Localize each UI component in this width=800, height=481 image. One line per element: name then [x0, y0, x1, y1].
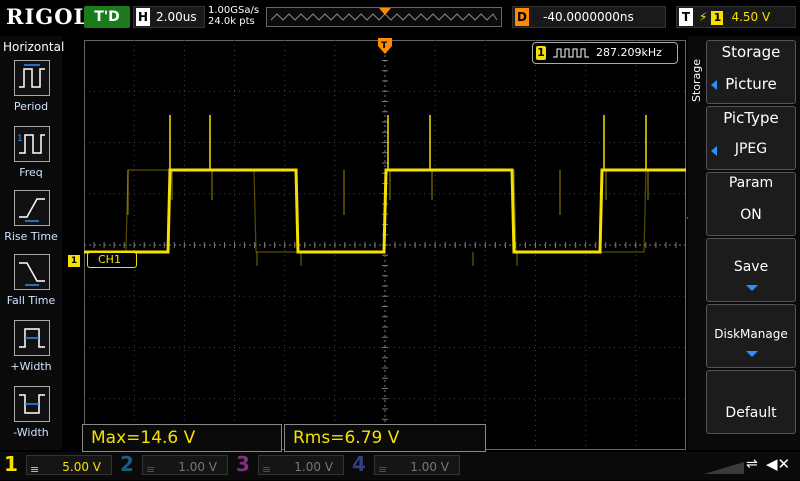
rise-time-label: Rise Time: [4, 230, 58, 243]
param-title: Param: [728, 175, 774, 191]
dc-coupling-icon: ≡: [146, 463, 156, 476]
channel-2-number: 2: [120, 452, 134, 476]
measure-rise-time-button[interactable]: Rise Time: [0, 186, 62, 250]
trigger-source: 1: [711, 11, 724, 25]
pictype-value: JPEG: [734, 141, 768, 157]
default-button[interactable]: Default: [706, 370, 796, 434]
trigger-position-marker[interactable]: T: [378, 38, 392, 54]
rigol-logo: RIGOL: [6, 4, 90, 29]
param-value: ON: [740, 207, 762, 223]
memory-waveform-strip[interactable]: [266, 7, 502, 27]
menu-side-label: Storage: [690, 58, 703, 102]
svg-text:1: 1: [17, 134, 23, 144]
dc-coupling-icon: ≡: [30, 463, 40, 476]
ch1-offset-marker[interactable]: 1: [68, 255, 80, 267]
memory-trigger-marker: [379, 8, 391, 15]
frequency-value: 287.209kHz: [596, 46, 662, 59]
disk-manage-label: DiskManage: [714, 327, 788, 341]
storage-title: Storage: [721, 43, 781, 61]
fall-time-label: Fall Time: [6, 294, 56, 307]
channel-1-number: 1: [4, 452, 18, 476]
delay-label: D: [515, 8, 529, 26]
negative-width-label: -Width: [13, 426, 49, 439]
waveform-display[interactable]: [84, 40, 686, 450]
pictype-title: PicType: [723, 109, 779, 127]
pulse-train-icon: [552, 48, 589, 58]
speaker-mute-icon[interactable]: ◀✕: [766, 455, 790, 473]
ground-scale-icon: [704, 458, 744, 474]
positive-width-label: +Width: [10, 360, 52, 373]
frequency-readout[interactable]: 1 287.209kHz: [532, 42, 678, 64]
disk-manage-button[interactable]: DiskManage: [706, 304, 796, 368]
freq-source: 1: [536, 46, 546, 60]
timebase-readout[interactable]: H 2.00us: [133, 6, 205, 28]
channel-4-status[interactable]: 4 1.00 V ≡: [352, 452, 464, 477]
channel-1-status[interactable]: 1 5.00 V ≡: [4, 452, 116, 477]
default-label: Default: [725, 405, 777, 421]
rising-edge-icon: ⚡: [699, 10, 708, 24]
save-button[interactable]: Save: [706, 238, 796, 302]
trigger-level: 4.50 V: [731, 10, 771, 24]
channel-2-status[interactable]: 2 1.00 V ≡: [120, 452, 232, 477]
sample-rate: 1.00GSa/s: [208, 5, 260, 16]
storage-menu-header[interactable]: Storage Picture: [706, 40, 796, 104]
ch1-label: CH1: [87, 252, 137, 268]
rise-time-icon: [14, 190, 50, 226]
chevron-down-icon: [746, 351, 758, 357]
pictype-button[interactable]: PicType JPEG: [706, 106, 796, 170]
freq-label: Freq: [19, 166, 43, 179]
channel-3-status[interactable]: 3 1.00 V ≡: [236, 452, 348, 477]
dc-coupling-icon: ≡: [262, 463, 272, 476]
delay-readout[interactable]: D -40.0000000ns: [512, 6, 666, 28]
negative-width-icon: [14, 386, 50, 422]
memory-overview: [270, 8, 498, 21]
acquisition-info: 1.00GSa/s 24.0k pts: [208, 5, 259, 27]
period-icon: [14, 60, 50, 96]
channel-3-number: 3: [236, 452, 250, 476]
channel-4-number: 4: [352, 452, 366, 476]
measure-period-button[interactable]: Period: [0, 56, 62, 120]
param-button[interactable]: Param ON: [706, 172, 796, 236]
dc-coupling-icon: ≡: [378, 463, 388, 476]
max-measurement[interactable]: Max=14.6 V: [82, 424, 282, 452]
waveform-grid: [84, 40, 686, 450]
memory-depth: 24.0k pts: [208, 16, 255, 27]
measure-fall-time-button[interactable]: Fall Time: [0, 250, 62, 314]
measure-negative-width-button[interactable]: -Width: [0, 382, 62, 446]
trigger-label: T: [679, 8, 693, 26]
fall-time-icon: [14, 254, 50, 290]
save-label: Save: [733, 259, 769, 275]
freq-icon: 1: [14, 126, 50, 162]
timebase-label: H: [136, 8, 150, 26]
svg-text:T: T: [381, 41, 388, 51]
picture-option: Picture: [725, 75, 777, 93]
period-label: Period: [13, 100, 49, 113]
timebase-value: 2.00us: [156, 10, 197, 24]
measure-freq-button[interactable]: 1 Freq: [0, 122, 62, 186]
positive-width-icon: [14, 320, 50, 356]
rms-measurement[interactable]: Rms=6.79 V: [284, 424, 486, 452]
chevron-down-icon: [746, 285, 758, 291]
trigger-status-badge[interactable]: T'D: [84, 6, 130, 28]
trigger-readout[interactable]: T ⚡ 1 4.50 V: [676, 6, 796, 28]
usb-icon: ⇌: [746, 456, 758, 472]
delay-value: -40.0000000ns: [543, 10, 634, 24]
measure-positive-width-button[interactable]: +Width: [0, 316, 62, 380]
left-menu-title: Horizontal: [3, 40, 65, 54]
